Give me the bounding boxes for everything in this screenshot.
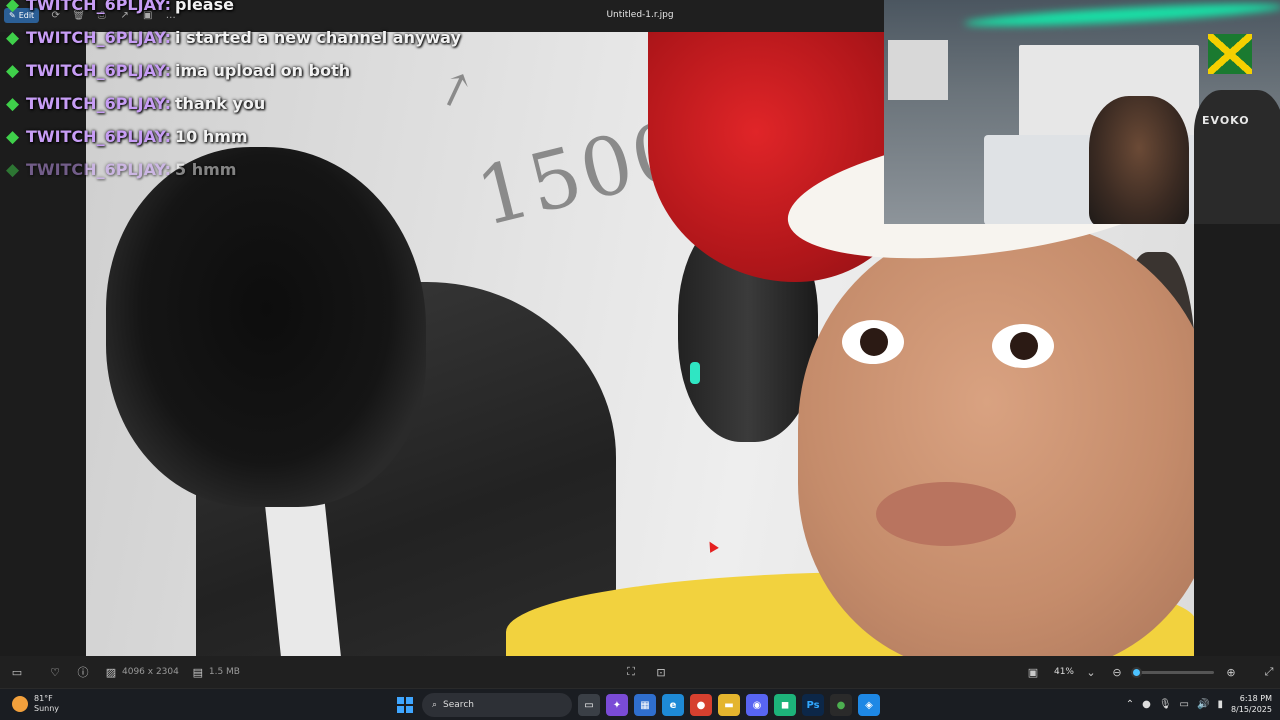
actual-size-icon[interactable]: ⊡ <box>650 666 672 679</box>
app-icon[interactable]: ◼ <box>774 694 796 716</box>
chat-user: TWITCH_6PLJAY: <box>26 160 172 179</box>
system-tray: ⌃ ● 🎙 ▭ 🔊 ▮ 6:18 PM 8/15/2025 <box>1126 693 1272 715</box>
air-conditioner <box>888 40 948 100</box>
chair-brand: EVOKO <box>1202 114 1250 127</box>
chat-message: ◆ TWITCH_6PLJAY: i started a new channel… <box>0 21 600 54</box>
chat-text: ima upload on both <box>175 61 351 80</box>
taskbar: 81°F Sunny ⌕ Search ▭ ✦ ▦ e ● ▬ ◉ ◼ Ps ●… <box>0 688 1280 720</box>
copilot-icon[interactable]: ✦ <box>606 694 628 716</box>
weather-temp: 81°F <box>34 694 53 703</box>
chat-message: ◆ TWITCH_6PLJAY: 10 hmm <box>0 120 600 153</box>
zoom-slider-handle[interactable] <box>1131 666 1143 678</box>
filmstrip-icon[interactable]: ▭ <box>6 666 28 679</box>
weather-widget[interactable]: 81°F Sunny <box>12 694 59 714</box>
chat-user: TWITCH_6PLJAY: <box>26 94 172 113</box>
chat-overlay: ◆ TWITCH_6PLJAY: please ◆ TWITCH_6PLJAY:… <box>0 0 600 186</box>
diamond-badge-icon: ◆ <box>6 93 20 114</box>
chat-text: please <box>175 0 234 14</box>
sun-icon <box>12 696 28 712</box>
screenshot-icon[interactable]: ▣ <box>1022 666 1044 679</box>
search-icon: ⌕ <box>432 700 438 710</box>
chat-message: ◆ TWITCH_6PLJAY: thank you <box>0 87 600 120</box>
led-strip <box>963 0 1280 31</box>
photoshop-icon[interactable]: Ps <box>802 694 824 716</box>
chat-message: ◆ TWITCH_6PLJAY: ima upload on both <box>0 54 600 87</box>
chat-user: TWITCH_6PLJAY: <box>26 0 172 14</box>
battery-icon[interactable]: ▮ <box>1217 699 1223 710</box>
edge-icon[interactable]: e <box>662 694 684 716</box>
chat-user: TWITCH_6PLJAY: <box>26 61 172 80</box>
file-size: 1.5 MB <box>208 667 240 677</box>
chrome-profile-icon[interactable]: ● <box>830 694 852 716</box>
mouth <box>876 482 1016 546</box>
chat-text: 5 hmm <box>175 160 237 179</box>
left-eye <box>842 320 904 364</box>
diamond-badge-icon: ◆ <box>6 0 20 15</box>
volume-icon[interactable]: 🔊 <box>1197 699 1209 710</box>
file-size-icon: ▤ <box>192 665 204 679</box>
taskbar-apps: ⌕ Search ▭ ✦ ▦ e ● ▬ ◉ ◼ Ps ● ◈ <box>394 693 880 717</box>
fullscreen-icon[interactable]: ⤢ <box>1258 665 1280 679</box>
network-icon[interactable]: ▭ <box>1180 699 1189 710</box>
zoom-in-icon[interactable]: ⊕ <box>1220 666 1242 679</box>
dimensions-icon: ▨ <box>105 665 117 679</box>
screen: ↗ 1500 EVOKO ✎ Edit ⟳ 🗑 ⎙ ↗ ▣ … Untitled… <box>0 0 1280 720</box>
flag <box>1208 34 1252 74</box>
chat-user: TWITCH_6PLJAY: <box>26 127 172 146</box>
diamond-badge-icon: ◆ <box>6 27 20 48</box>
diamond-badge-icon: ◆ <box>6 159 20 180</box>
chat-user: TWITCH_6PLJAY: <box>26 28 172 47</box>
weather-desc: Sunny <box>34 704 60 713</box>
chevron-down-icon[interactable]: ⌄ <box>1080 666 1102 679</box>
headset-led <box>690 362 700 384</box>
tray-app-icon[interactable]: ● <box>1142 699 1151 710</box>
zoom-value[interactable]: 41% <box>1054 667 1074 677</box>
favorite-icon[interactable]: ♡ <box>44 666 66 679</box>
gaming-chair <box>1194 90 1280 224</box>
chat-text: i started a new channel anyway <box>175 28 461 47</box>
clock-time: 6:18 PM <box>1239 694 1272 703</box>
store-icon[interactable]: ▦ <box>634 694 656 716</box>
image-dimensions: 4096 x 2304 <box>122 667 179 677</box>
task-view-icon[interactable]: ▭ <box>578 694 600 716</box>
zoom-slider[interactable] <box>1131 666 1214 678</box>
discord-icon[interactable]: ◉ <box>746 694 768 716</box>
diamond-badge-icon: ◆ <box>6 60 20 81</box>
clock[interactable]: 6:18 PM 8/15/2025 <box>1231 693 1272 715</box>
chat-text: 10 hmm <box>175 127 248 146</box>
microphone-icon[interactable]: 🎙 <box>1159 699 1172 710</box>
right-eye <box>992 324 1054 368</box>
chat-message: ◆ TWITCH_6PLJAY: please <box>0 0 600 21</box>
chevron-up-icon[interactable]: ⌃ <box>1126 699 1134 710</box>
info-icon[interactable]: ⓘ <box>72 664 94 680</box>
search-label: Search <box>443 700 474 710</box>
figure-head <box>106 147 426 507</box>
viewer-statusbar: ▭ ♡ ⓘ ▨ 4096 x 2304 ▤ 1.5 MB ⛶ ⊡ ▣ 41% ⌄… <box>0 656 1280 688</box>
chat-text: thank you <box>175 94 266 113</box>
taskbar-search[interactable]: ⌕ Search <box>422 693 572 717</box>
fit-icon[interactable]: ⛶ <box>620 665 642 679</box>
file-explorer-icon[interactable]: ▬ <box>718 694 740 716</box>
diamond-badge-icon: ◆ <box>6 126 20 147</box>
streamer <box>1089 96 1189 224</box>
zoom-out-icon[interactable]: ⊖ <box>1106 666 1128 679</box>
chrome-icon[interactable]: ● <box>690 694 712 716</box>
chat-message: ◆ TWITCH_6PLJAY: 5 hmm <box>0 153 600 186</box>
clock-date: 8/15/2025 <box>1230 705 1272 714</box>
start-button[interactable] <box>394 694 416 716</box>
photos-icon[interactable]: ◈ <box>858 694 880 716</box>
face <box>798 222 1194 656</box>
webcam-feed: EVOKO <box>884 0 1280 224</box>
